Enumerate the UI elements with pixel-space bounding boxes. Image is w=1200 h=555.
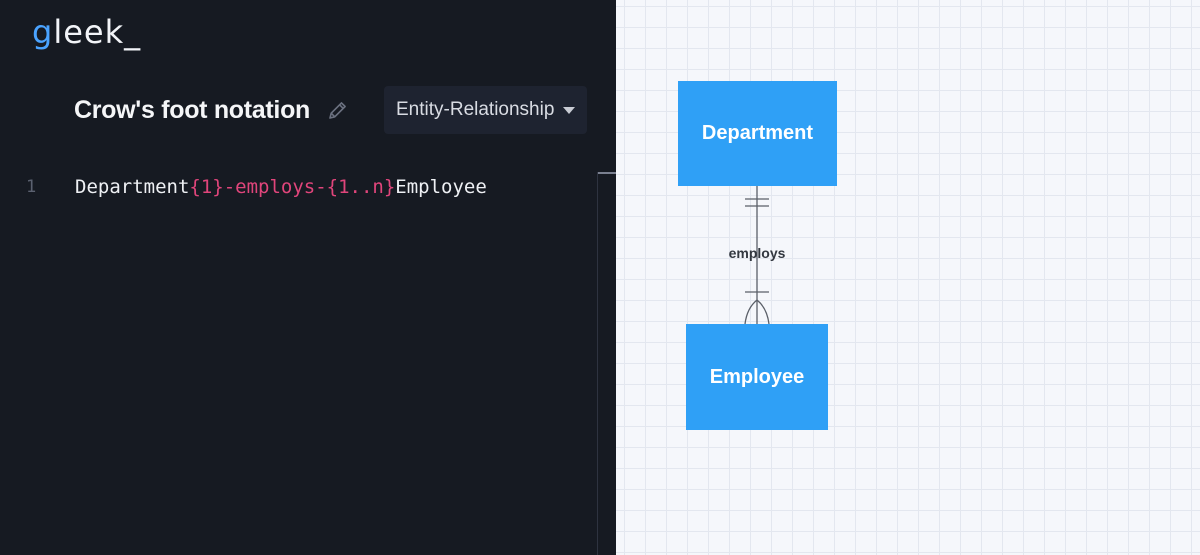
line-number: 1 (26, 177, 37, 197)
crows-foot-mark (756, 299, 770, 325)
gleek-logo[interactable]: gleek_ (32, 12, 141, 52)
entity-department[interactable]: Department (678, 81, 837, 186)
code-token-entity: Employee (395, 176, 487, 198)
entity-label: Employee (709, 365, 805, 388)
code-token-relation: {1}-employs-{1..n} (189, 176, 396, 198)
code-line[interactable]: 1 Department{1}-employs-{1..n}Employee (0, 172, 600, 202)
caret-down-icon (563, 107, 575, 114)
diagram-title[interactable]: Crow's foot notation (74, 92, 310, 128)
diagram-type-select[interactable]: Entity-Relationship (384, 86, 587, 134)
entity-label: Department (701, 122, 814, 144)
code-text[interactable]: Department{1}-employs-{1..n}Employee (75, 172, 487, 202)
scrollbar-thumb[interactable] (598, 172, 617, 174)
logo-cursor: _ (124, 13, 142, 51)
code-token-entity: Department (75, 176, 190, 198)
diagram-type-value: Entity-Relationship (396, 99, 555, 120)
pencil-icon[interactable] (326, 98, 350, 122)
relationship-label: employs (728, 245, 786, 261)
logo-letter-g: g (32, 13, 54, 51)
diagram-canvas[interactable]: Department employs Employee (616, 0, 1200, 555)
editor-scrollbar[interactable] (597, 172, 617, 555)
app-root: gleek_ Crow's foot notation Entity-Relat… (0, 0, 1200, 555)
entity-employee[interactable]: Employee (686, 324, 828, 430)
logo-text: leek (53, 13, 125, 51)
crows-foot-mark (744, 299, 758, 325)
editor-panel: gleek_ Crow's foot notation Entity-Relat… (0, 0, 617, 555)
